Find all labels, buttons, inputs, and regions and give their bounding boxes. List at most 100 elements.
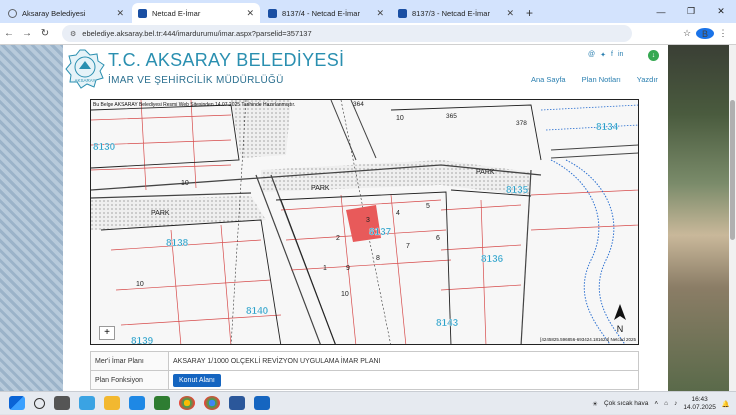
maximize-icon[interactable]: ❐ xyxy=(676,6,706,17)
lot-label: 1 xyxy=(323,265,327,272)
lot-label: 10 xyxy=(181,180,189,187)
app-icon[interactable] xyxy=(154,396,170,410)
table-row: Plan Fonksiyon Konut Alanı xyxy=(90,370,639,390)
email-icon[interactable]: @ xyxy=(588,51,595,59)
system-tray: ☀ Çok sıcak hava ˄ ⌂ ♪ 16:43 14.07.2025 … xyxy=(592,392,730,415)
close-icon[interactable]: ✕ xyxy=(506,8,514,19)
window-controls: — ❐ ✕ xyxy=(646,0,736,23)
site-info-icon[interactable]: ⚙ xyxy=(70,30,76,38)
close-icon[interactable]: ✕ xyxy=(116,8,124,19)
tab-aksaray-belediyesi[interactable]: Aksaray Belediyesi ✕ xyxy=(2,3,130,23)
file-explorer-icon[interactable] xyxy=(104,396,120,410)
twitter-icon[interactable]: ✦ xyxy=(600,51,606,59)
menu-icon[interactable]: ⋮ xyxy=(714,28,732,39)
site-nav: Ana Sayfa Plan Notları Yazdır xyxy=(531,75,658,84)
parcel-label: 8136 xyxy=(481,254,504,265)
parcel-label: 8137 xyxy=(369,227,392,238)
back-icon[interactable]: ← xyxy=(0,28,18,39)
chevron-up-icon[interactable]: ˄ xyxy=(654,400,658,407)
linkedin-icon[interactable]: in xyxy=(618,51,623,59)
network-icon[interactable]: ⌂ xyxy=(664,400,668,407)
block-code: 378 xyxy=(516,120,527,127)
mail-icon[interactable] xyxy=(254,396,270,410)
park-label: PARK xyxy=(476,169,495,176)
close-window-icon[interactable]: ✕ xyxy=(706,6,736,17)
zoning-map[interactable]: 8130 8138 8140 8139 8143 8137 8136 8135 … xyxy=(90,99,639,345)
park-label: PARK xyxy=(311,185,330,192)
block-code: 365 xyxy=(446,113,457,120)
netcad-icon xyxy=(398,8,407,18)
nav-yazdir[interactable]: Yazdır xyxy=(637,75,658,84)
site-subtitle: İMAR VE ŞEHİRCİLİK MÜDÜRLÜĞÜ xyxy=(108,75,284,86)
close-icon[interactable]: ✕ xyxy=(376,8,384,19)
lot-label: 6 xyxy=(436,235,440,242)
north-arrow-icon: N xyxy=(614,304,626,334)
parcel-label: 8140 xyxy=(246,306,269,317)
lot-label: 3 xyxy=(366,217,370,224)
url-text: ebelediye.aksaray.bel.tr:444/imardurumu/… xyxy=(82,29,312,38)
tab-8137-3[interactable]: 8137/3 - Netcad E-İmar ✕ xyxy=(392,3,520,23)
task-view-icon[interactable] xyxy=(54,396,70,410)
konut-alani-badge[interactable]: Konut Alanı xyxy=(173,373,221,387)
tab-label: 8137/4 - Netcad E-İmar xyxy=(282,8,360,18)
social-links: @ ✦ f in xyxy=(588,51,623,59)
tab-8137-4[interactable]: 8137/4 - Netcad E-İmar ✕ xyxy=(262,3,390,23)
close-icon[interactable]: ✕ xyxy=(246,8,254,19)
cadastral-map: 8130 8138 8140 8139 8143 8137 8136 8135 … xyxy=(91,100,638,345)
nav-plan-notlari[interactable]: Plan Notları xyxy=(582,75,621,84)
clock[interactable]: 16:43 14.07.2025 xyxy=(683,396,716,412)
lot-label: 9 xyxy=(346,265,350,272)
block-code: 364 xyxy=(353,101,364,108)
minimize-icon[interactable]: — xyxy=(646,7,676,17)
word-icon[interactable] xyxy=(229,396,245,410)
scrollbar-thumb[interactable] xyxy=(730,100,735,240)
row-value: AKSARAY 1/1000 OLÇEKLİ REVİZYON UYGULAMA… xyxy=(168,351,639,371)
notification-icon[interactable]: 🔔 xyxy=(722,400,730,408)
reload-icon[interactable]: ↻ xyxy=(36,28,54,39)
download-icon[interactable]: ↓ xyxy=(648,50,659,61)
search-icon[interactable] xyxy=(34,397,45,409)
weather-text[interactable]: Çok sıcak hava xyxy=(604,400,648,407)
tab-netcad-e-imar[interactable]: Netcad E-İmar ✕ xyxy=(132,3,260,23)
tab-label: Netcad E-İmar xyxy=(152,8,201,18)
volume-icon[interactable]: ♪ xyxy=(674,400,677,407)
url-field[interactable]: ⚙ ebelediye.aksaray.bel.tr:444/imardurum… xyxy=(62,25,632,42)
park-label: PARK xyxy=(151,210,170,217)
chrome-icon-2[interactable] xyxy=(204,396,220,410)
site-content: AKSARAY T.C. AKSARAY BELEDİYESİ İMAR VE … xyxy=(63,45,668,391)
edge-icon[interactable] xyxy=(129,396,145,410)
lot-label: 4 xyxy=(396,210,400,217)
parcel-label: 8139 xyxy=(131,336,154,345)
date: 14.07.2025 xyxy=(683,403,716,411)
tab-label: 8137/3 - Netcad E-İmar xyxy=(412,8,490,18)
parcel-label: 8135 xyxy=(506,185,529,196)
weather-icon[interactable]: ☀ xyxy=(592,400,598,408)
lot-label: 2 xyxy=(336,235,340,242)
tab-label: Aksaray Belediyesi xyxy=(22,8,86,18)
row-label: Mer'i İmar Planı xyxy=(90,351,169,371)
parcel-label: 8138 xyxy=(166,238,189,249)
nav-ana-sayfa[interactable]: Ana Sayfa xyxy=(531,75,566,84)
north-label: N xyxy=(617,324,624,334)
forward-icon[interactable]: → xyxy=(18,28,36,39)
chrome-icon[interactable] xyxy=(179,396,195,410)
globe-icon xyxy=(8,8,17,18)
zoning-info-table: Mer'i İmar Planı AKSARAY 1/1000 OLÇEKLİ … xyxy=(90,351,639,390)
parcel-label: 8130 xyxy=(93,142,116,153)
copilot-icon[interactable] xyxy=(79,396,95,410)
star-icon[interactable]: ☆ xyxy=(678,28,696,39)
parcel-label: 8143 xyxy=(436,318,459,329)
page-background-right xyxy=(668,45,736,391)
parcel-label: 8134 xyxy=(596,122,619,133)
windows-start-icon[interactable] xyxy=(9,396,25,410)
table-row: Mer'i İmar Planı AKSARAY 1/1000 OLÇEKLİ … xyxy=(90,351,639,371)
browser-tab-bar: Aksaray Belediyesi ✕ Netcad E-İmar ✕ 813… xyxy=(0,0,736,23)
site-title: T.C. AKSARAY BELEDİYESİ xyxy=(108,50,345,70)
new-tab-button[interactable]: + xyxy=(526,6,533,20)
facebook-icon[interactable]: f xyxy=(611,51,613,59)
lot-label: 10 xyxy=(396,115,404,122)
map-coordinates: [4245825.596856-693424.181624] Netcad 20… xyxy=(540,337,636,342)
profile-avatar[interactable]: B xyxy=(696,28,714,39)
row-value-cell: Konut Alanı xyxy=(168,370,639,390)
zoom-in-button[interactable]: + xyxy=(99,326,115,340)
